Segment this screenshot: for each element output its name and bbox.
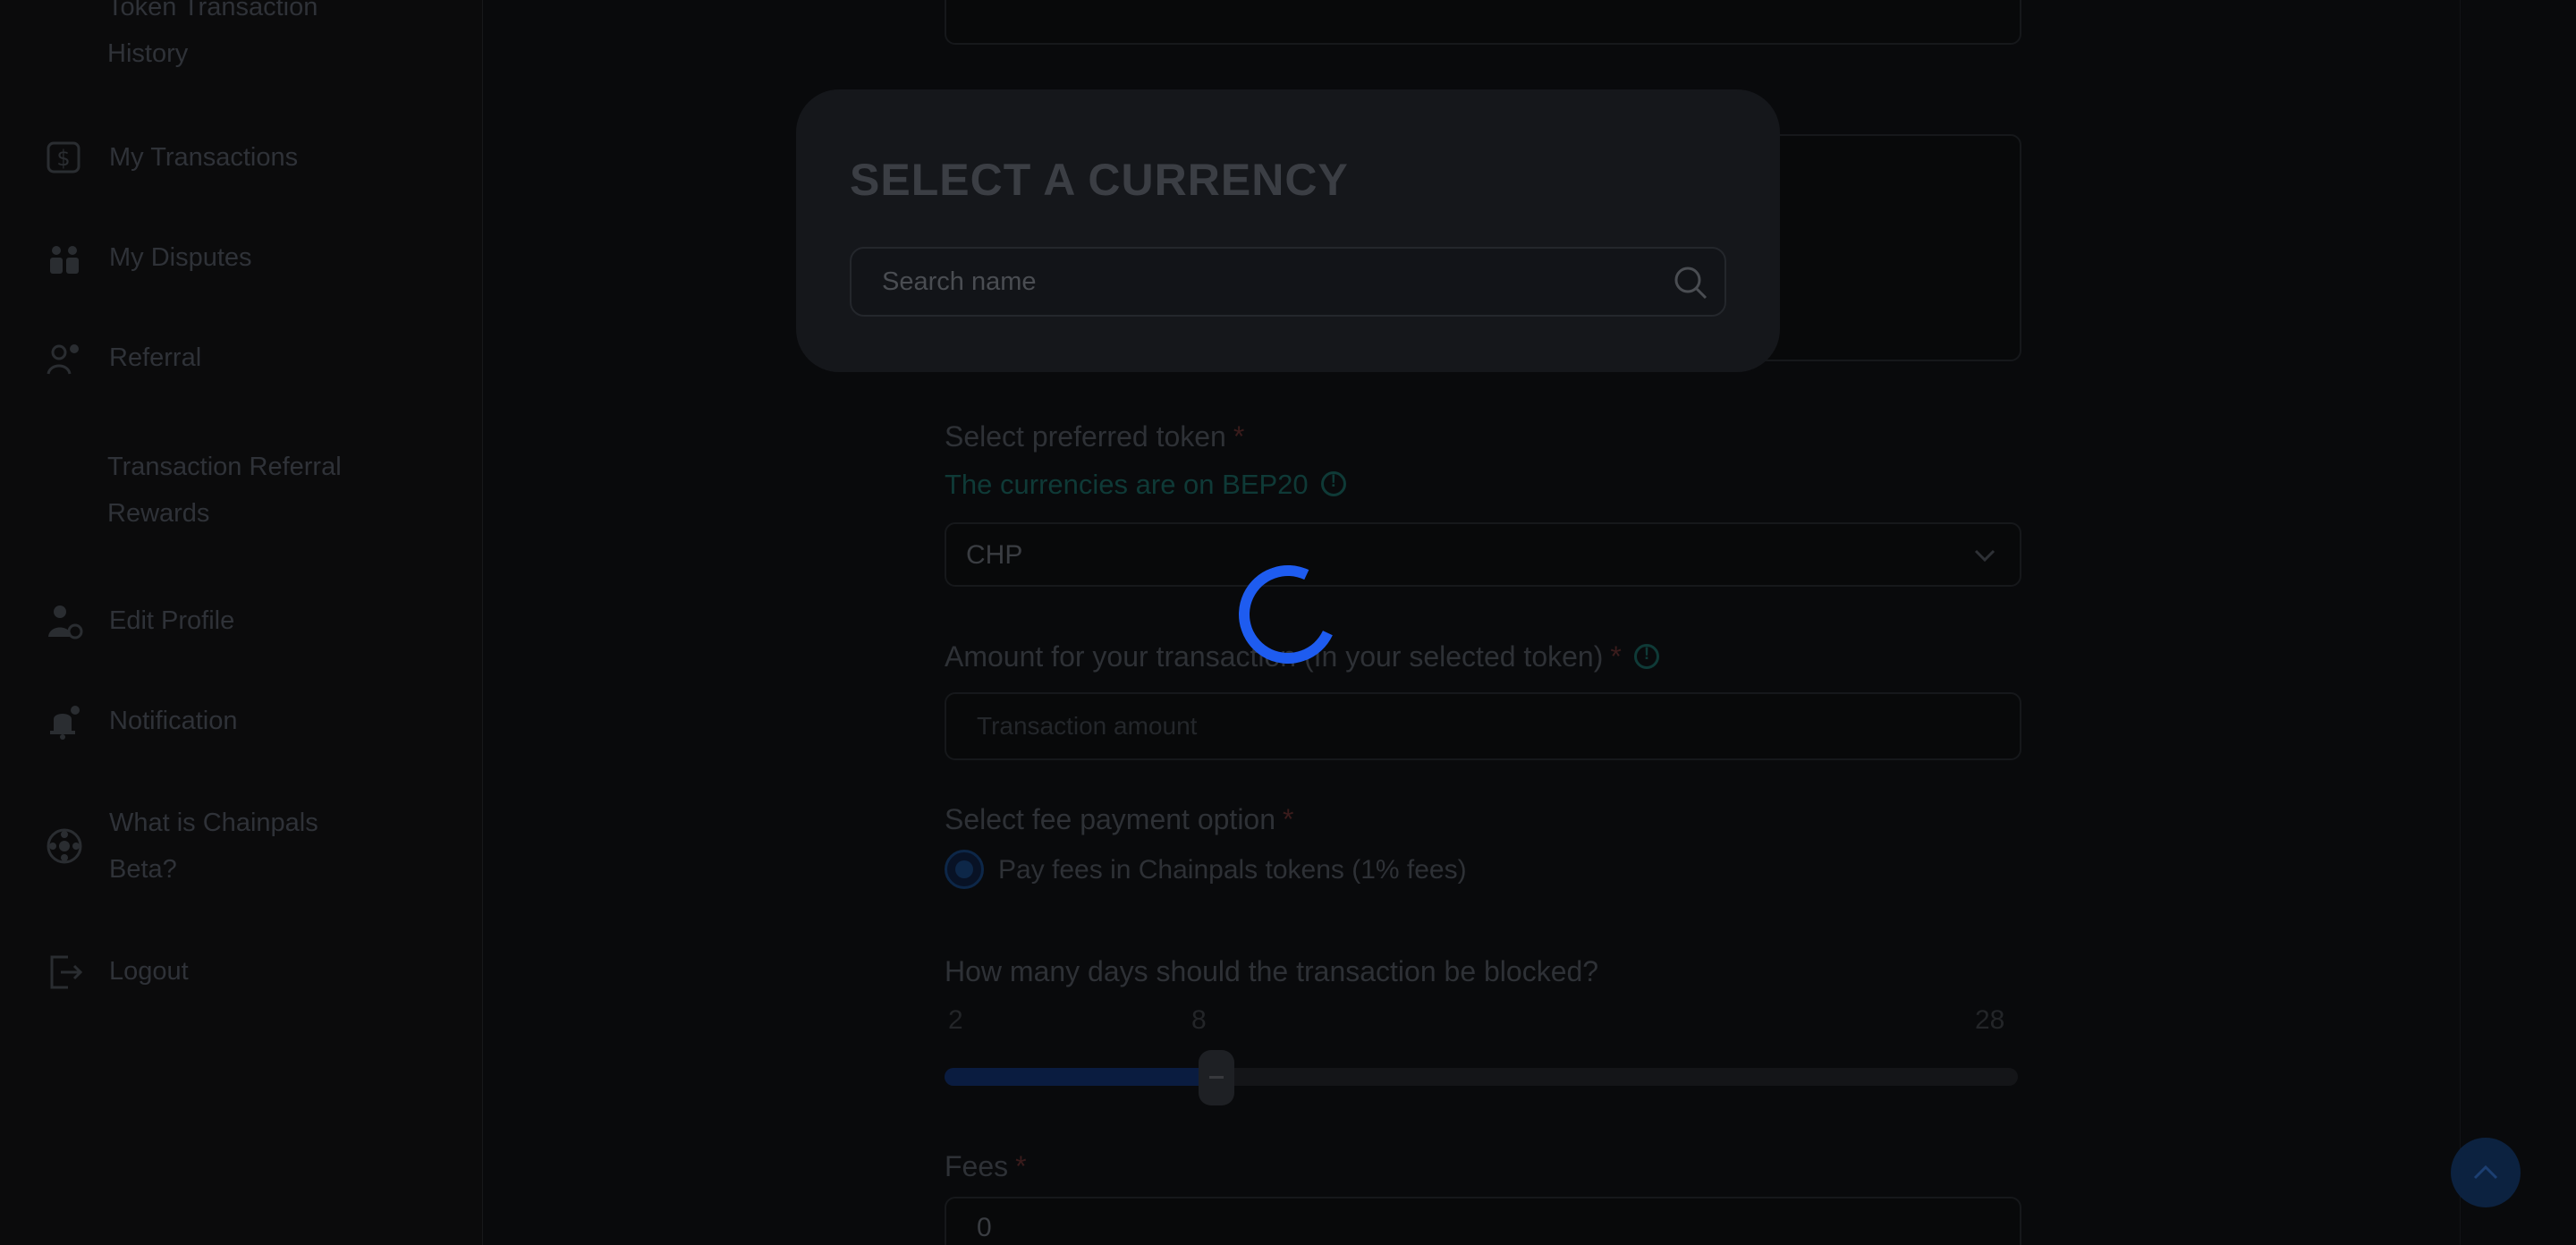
user-edit-icon [43, 599, 86, 642]
days-label-text: How many days should the transaction be … [945, 955, 1599, 987]
logout-icon [43, 950, 86, 993]
fee-option-label-text: Select fee payment option [945, 803, 1276, 835]
days-label: How many days should the transaction be … [945, 955, 1598, 988]
days-slider-fill [945, 1068, 1222, 1086]
days-slider-thumb[interactable] [1199, 1050, 1234, 1105]
fee-option-radio[interactable] [945, 850, 984, 889]
slider-max-label: 28 [1975, 1005, 2005, 1035]
sidebar-item-transaction-referral-rewards[interactable]: Transaction Referral Rewards [107, 444, 342, 537]
sidebar-item-referral[interactable]: Referral [43, 335, 201, 381]
referral-users-icon [43, 336, 86, 379]
people-dispute-icon [43, 236, 86, 279]
sidebar: Token Transaction History $ My Transacti… [0, 0, 483, 1245]
required-mark: * [1233, 420, 1245, 453]
sidebar-item-token-history[interactable]: Token Transaction History [107, 0, 318, 77]
chainpals-logo-icon [43, 825, 86, 868]
currency-search-input[interactable] [882, 249, 1651, 315]
sidebar-item-label: Beta? [109, 855, 177, 884]
chevron-up-icon [2473, 1165, 2498, 1180]
token-label-text: Select preferred token [945, 420, 1226, 453]
select-currency-modal: SELECT A CURRENCY [796, 89, 1780, 372]
sidebar-item-notification[interactable]: Notification [43, 698, 237, 744]
sidebar-item-label: What is Chainpals [109, 809, 318, 837]
slider-value-label: 8 [1191, 1005, 1207, 1035]
token-hint-text: The currencies are on BEP20 [945, 469, 1309, 500]
svg-text:$: $ [56, 146, 70, 171]
sidebar-item-my-disputes[interactable]: My Disputes [43, 234, 252, 281]
token-label: Select preferred token * [945, 420, 1244, 453]
sidebar-item-what-is-chainpals[interactable]: What is Chainpals Beta? [43, 800, 318, 893]
scroll-to-top-button[interactable] [2451, 1138, 2521, 1207]
previous-field[interactable] [945, 0, 2021, 45]
sidebar-item-label: My Disputes [109, 243, 252, 272]
chevron-down-icon [1974, 549, 1996, 563]
bell-icon [43, 699, 86, 742]
slider-min-label: 2 [948, 1005, 963, 1035]
transaction-dollar-icon: $ [43, 136, 86, 179]
sidebar-item-label: Referral [109, 343, 202, 372]
sidebar-item-label: Edit Profile [109, 606, 235, 635]
fees-label: Fees * [945, 1150, 1027, 1183]
divider [2460, 0, 2461, 1245]
sidebar-item-my-transactions[interactable]: $ My Transactions [43, 134, 298, 181]
fees-label-text: Fees [945, 1150, 1009, 1182]
amount-input-placeholder: Transaction amount [977, 712, 1198, 740]
sidebar-item-edit-profile[interactable]: Edit Profile [43, 597, 234, 644]
token-select[interactable]: CHP [945, 522, 2021, 587]
required-mark: * [1610, 640, 1622, 673]
sidebar-item-logout[interactable]: Logout [43, 948, 189, 995]
fees-input[interactable]: 0 [945, 1197, 2021, 1245]
sidebar-item-label: Notification [109, 707, 238, 735]
token-hint: The currencies are on BEP20 [945, 469, 1346, 501]
info-icon[interactable] [1320, 470, 1346, 496]
sidebar-item-label: Rewards [107, 499, 210, 528]
sidebar-item-label: Token Transaction [107, 0, 318, 21]
fee-option-label: Select fee payment option * [945, 803, 1293, 836]
required-mark: * [1283, 803, 1294, 835]
modal-title: SELECT A CURRENCY [850, 155, 1349, 205]
currency-search-field[interactable] [850, 247, 1726, 317]
sidebar-item-label: Logout [109, 957, 189, 986]
sidebar-item-label: My Transactions [109, 143, 299, 172]
sidebar-item-label: History [107, 39, 189, 68]
fee-option-radio-label: Pay fees in Chainpals tokens (1% fees) [998, 855, 1467, 885]
required-mark: * [1015, 1150, 1027, 1182]
fees-input-value: 0 [977, 1213, 992, 1242]
info-icon[interactable] [1633, 643, 1659, 669]
amount-input[interactable]: Transaction amount [945, 692, 2021, 760]
sidebar-item-label-group: What is Chainpals Beta? [109, 800, 318, 893]
sidebar-item-label: Transaction Referral [107, 453, 342, 481]
search-icon[interactable] [1671, 263, 1710, 302]
token-select-value: CHP [966, 540, 1023, 570]
